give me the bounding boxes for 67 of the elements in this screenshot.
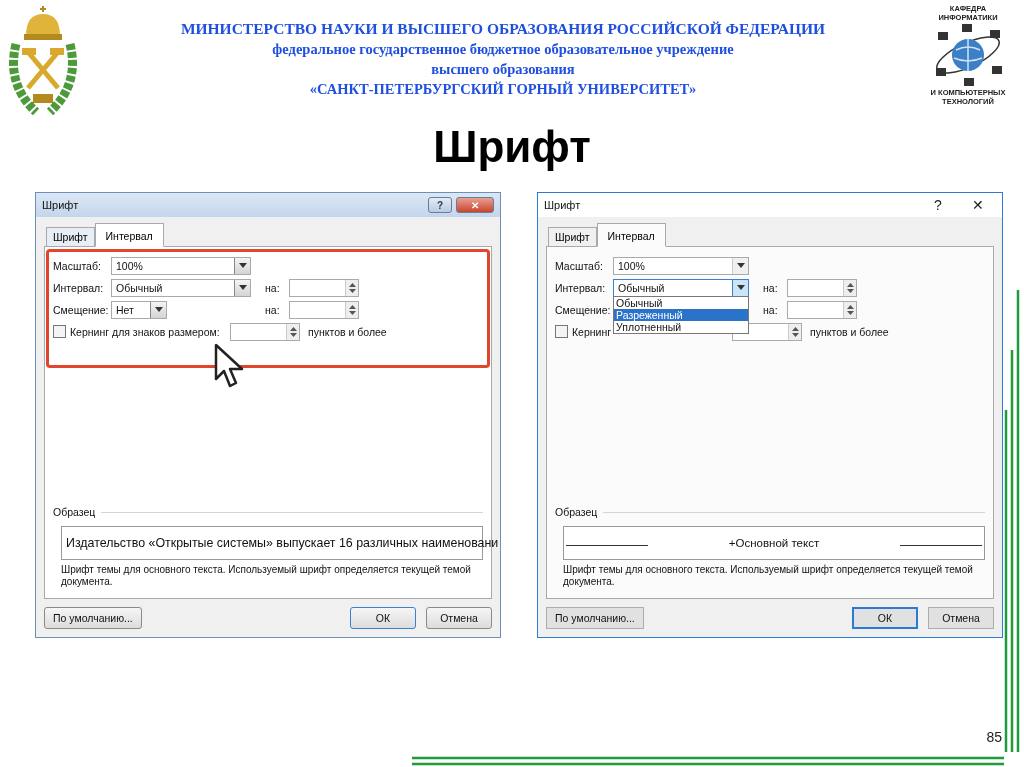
- ok-button[interactable]: ОК: [350, 607, 416, 629]
- ok-button[interactable]: ОК: [852, 607, 918, 629]
- default-button[interactable]: По умолчанию...: [546, 607, 644, 629]
- spin-field[interactable]: [787, 300, 857, 319]
- tab[interactable]: Интервал: [596, 223, 666, 247]
- spin-arrows-icon: [348, 281, 356, 294]
- window-title: Шрифт: [544, 199, 581, 211]
- tab[interactable]: Шрифт: [46, 227, 95, 247]
- cancel-button[interactable]: Отмена: [426, 607, 492, 629]
- caret-icon: [238, 285, 247, 290]
- checkbox[interactable]: [53, 325, 66, 338]
- dropdown-option[interactable]: Разреженный: [614, 308, 748, 321]
- window-title: Шрифт: [42, 199, 79, 211]
- spin-arrows-icon: [846, 303, 854, 316]
- dropdown-option[interactable]: Уплотненный: [614, 320, 748, 333]
- page-number: 85: [986, 729, 1002, 745]
- checkbox[interactable]: [555, 325, 568, 338]
- spin-field[interactable]: [787, 278, 857, 297]
- spin-field[interactable]: [289, 300, 359, 319]
- field-label: Интервал:: [555, 281, 607, 294]
- description-text: Шрифт темы для основного текста. Используемый шрифт определяется текущей темой документа.: [60, 564, 472, 588]
- dropdown-field[interactable]: Обычный: [111, 278, 251, 297]
- caret-icon: [238, 263, 247, 268]
- preview-text: Издательство «Открытые системы» выпускает 16 различных наименовани: [66, 536, 499, 550]
- dropdown-field[interactable]: Обычный: [613, 278, 749, 297]
- field-label: Смещение:: [555, 303, 612, 316]
- spin-field[interactable]: [289, 278, 359, 297]
- field-label: на:: [265, 281, 281, 294]
- help-button[interactable]: ?: [920, 195, 956, 215]
- unit-label: пунктов и более: [810, 325, 889, 338]
- slide-title: Шрифт: [432, 122, 592, 172]
- tab[interactable]: Интервал: [94, 223, 164, 247]
- field-label: Интервал:: [53, 281, 105, 294]
- dropdown-field[interactable]: 100%: [111, 256, 251, 275]
- preview-text: +Основной текст: [728, 537, 820, 549]
- description-text: Шрифт темы для основного текста. Используемый шрифт определяется текущей темой документа.: [562, 564, 974, 588]
- tab[interactable]: Шрифт: [548, 227, 597, 247]
- cancel-button[interactable]: Отмена: [928, 607, 994, 629]
- caret-icon: [154, 307, 163, 312]
- default-button[interactable]: По умолчанию...: [44, 607, 142, 629]
- field-label: Масштаб:: [555, 259, 604, 272]
- group-label: Образец: [555, 506, 598, 518]
- dropdown-field[interactable]: 100%: [613, 256, 749, 275]
- field-label: на:: [265, 303, 281, 316]
- spin-arrows-icon: [289, 325, 297, 338]
- field-label: Масштаб:: [53, 259, 102, 272]
- close-button[interactable]: ✕: [960, 195, 996, 215]
- caret-icon: [736, 285, 745, 290]
- header-text: «САНКТ-ПЕТЕРБУРГСКИЙ ГОРНЫЙ УНИВЕРСИТЕТ»: [309, 80, 697, 98]
- unit-label: пунктов и более: [308, 325, 387, 338]
- spin-field[interactable]: [230, 322, 300, 341]
- field-label: Смещение:: [53, 303, 110, 316]
- checkbox-label: Кернинг: [572, 325, 612, 338]
- field-label: на:: [763, 281, 779, 294]
- help-button[interactable]: ?: [428, 197, 452, 213]
- header-text: МИНИСТЕРСТВО НАУКИ И ВЫСШЕГО ОБРАЗОВАНИЯ РОССИЙСКОЙ ФЕДЕРАЦИИ: [180, 20, 826, 38]
- dropdown-field[interactable]: Нет: [111, 300, 167, 319]
- spin-arrows-icon: [348, 303, 356, 316]
- spin-arrows-icon: [846, 281, 854, 294]
- caret-icon: [736, 263, 745, 268]
- spin-arrows-icon: [791, 325, 799, 338]
- dropdown-option[interactable]: Обычный: [614, 296, 748, 309]
- field-label: на:: [763, 303, 779, 316]
- header-text: высшего образования: [431, 60, 575, 78]
- header-text: федеральное государственное бюджетное образовательное учреждение: [272, 40, 734, 58]
- checkbox-label: Кернинг для знаков размером:: [70, 325, 220, 338]
- group-label: Образец: [53, 506, 96, 518]
